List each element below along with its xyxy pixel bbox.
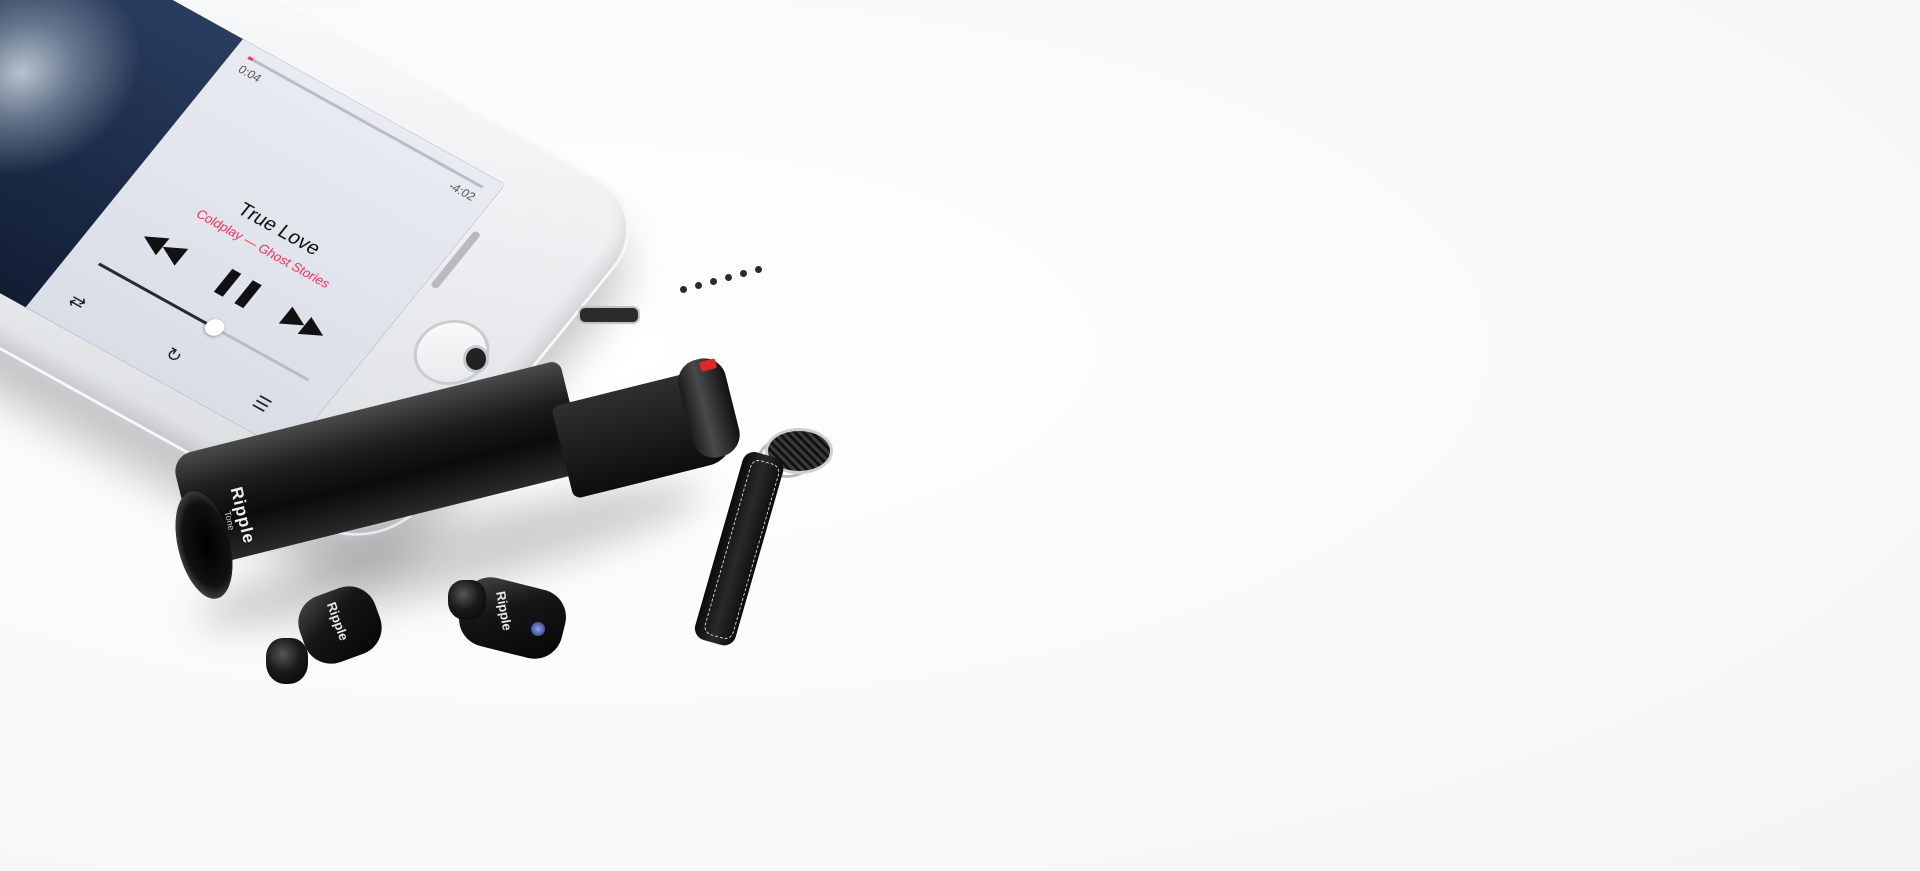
speaker-grill-hole — [755, 266, 762, 273]
song-title: True Love — [232, 198, 325, 260]
phone-screen: 0:04 -4:02 True Love Coldplay — Ghost St… — [0, 0, 506, 453]
product-scene: 0:04 -4:02 True Love Coldplay — Ghost St… — [0, 0, 1920, 871]
shuffle-icon[interactable]: ⇄ — [64, 290, 91, 314]
left-earbud-tip — [266, 638, 308, 684]
pause-icon[interactable]: ❚❚ — [209, 263, 270, 310]
speaker-grill-hole — [710, 278, 717, 285]
volume-knob[interactable] — [200, 315, 229, 339]
earbud-button — [531, 622, 545, 636]
speaker-grill-hole — [725, 274, 732, 281]
progress-fill — [247, 56, 254, 62]
right-earbud-tip — [448, 580, 486, 620]
fast-forward-icon[interactable]: ▶▶ — [277, 301, 334, 346]
volume-slider[interactable] — [97, 262, 310, 382]
rewind-icon[interactable]: ◀◀ — [135, 222, 192, 267]
queue-list-icon[interactable]: ☰ — [248, 392, 275, 416]
headphone-jack — [463, 345, 489, 373]
progress-bar[interactable] — [247, 56, 484, 189]
speaker-grill-hole — [680, 286, 687, 293]
speaker-grill-hole — [740, 270, 747, 277]
lightning-port — [578, 306, 640, 324]
speaker-grill-hole — [695, 282, 702, 289]
volume-fill — [97, 262, 216, 330]
repeat-icon[interactable]: ↻ — [160, 344, 187, 368]
